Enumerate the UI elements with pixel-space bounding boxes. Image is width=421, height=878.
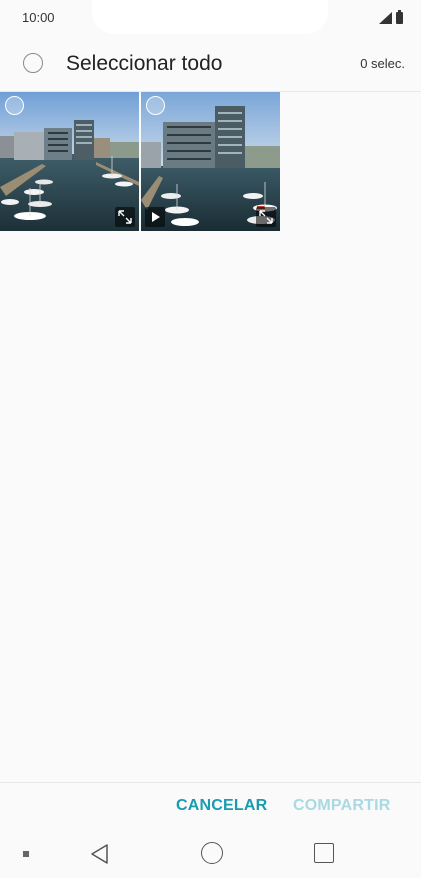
play-icon	[145, 207, 165, 227]
selected-count: 0 selec.	[360, 56, 405, 71]
gallery-picker-screen: 10:00 Seleccionar todo 0 selec. CANCELAR…	[0, 0, 421, 878]
selection-header: Seleccionar todo 0 selec.	[0, 36, 421, 92]
expand-icon[interactable]	[115, 207, 135, 227]
battery-icon	[396, 10, 403, 24]
media-grid	[0, 92, 421, 231]
status-icons	[379, 10, 403, 24]
back-icon[interactable]	[88, 842, 112, 866]
recents-icon[interactable]	[314, 843, 334, 863]
status-time: 10:00	[22, 10, 55, 25]
signal-icon	[379, 12, 392, 24]
select-all-label[interactable]: Seleccionar todo	[66, 52, 222, 76]
thumbnail-checkbox[interactable]	[5, 96, 24, 115]
action-bar: CANCELAR COMPARTIR	[0, 782, 421, 830]
media-thumbnail-1[interactable]	[0, 92, 139, 231]
display-notch	[92, 0, 328, 34]
thumbnail-checkbox[interactable]	[146, 96, 165, 115]
select-all-checkbox[interactable]	[23, 53, 43, 73]
status-bar: 10:00	[0, 0, 421, 36]
home-icon[interactable]	[201, 842, 223, 864]
expand-icon[interactable]	[256, 207, 276, 227]
share-button[interactable]: COMPARTIR	[293, 797, 391, 815]
nav-dot-icon[interactable]	[23, 851, 29, 857]
cancel-button[interactable]: CANCELAR	[176, 797, 267, 815]
media-thumbnail-2[interactable]	[141, 92, 280, 231]
navigation-bar	[0, 830, 421, 878]
